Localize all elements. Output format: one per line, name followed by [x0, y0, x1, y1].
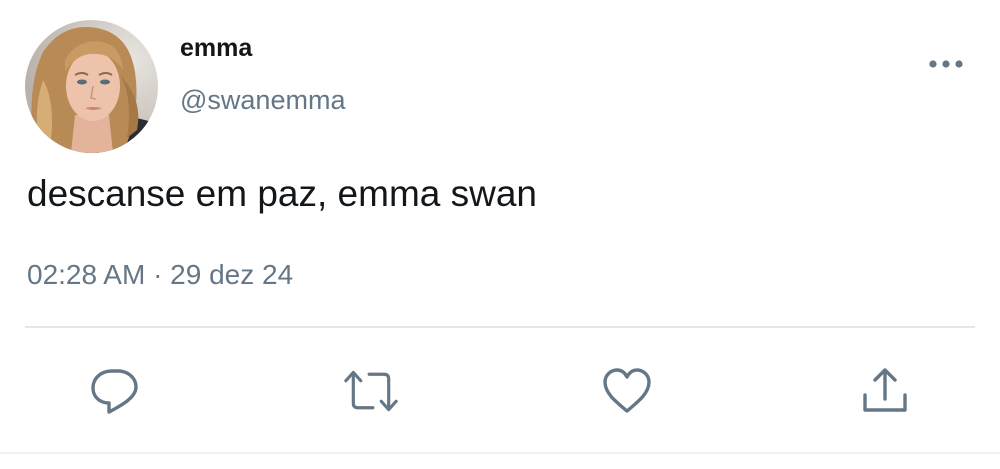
share-button[interactable]: [858, 364, 912, 418]
avatar-photo: [25, 20, 158, 153]
more-options-button[interactable]: [926, 50, 966, 78]
tweet-text: descanse em paz, emma swan: [27, 173, 538, 214]
bottom-border: [0, 452, 1000, 454]
like-button[interactable]: [600, 364, 654, 418]
reply-icon: [91, 369, 138, 414]
display-name[interactable]: emma: [180, 34, 252, 63]
avatar[interactable]: [25, 20, 158, 153]
retweet-icon: [344, 370, 398, 412]
reply-button[interactable]: [88, 364, 142, 418]
more-options-icon: [929, 60, 963, 68]
tweet-timestamp[interactable]: 02:28 AM · 29 dez 24: [27, 259, 293, 291]
retweet-button[interactable]: [344, 364, 398, 418]
share-icon: [863, 368, 907, 412]
divider: [25, 326, 975, 328]
heart-icon: [603, 368, 651, 413]
user-handle[interactable]: @swanemma: [180, 85, 345, 116]
